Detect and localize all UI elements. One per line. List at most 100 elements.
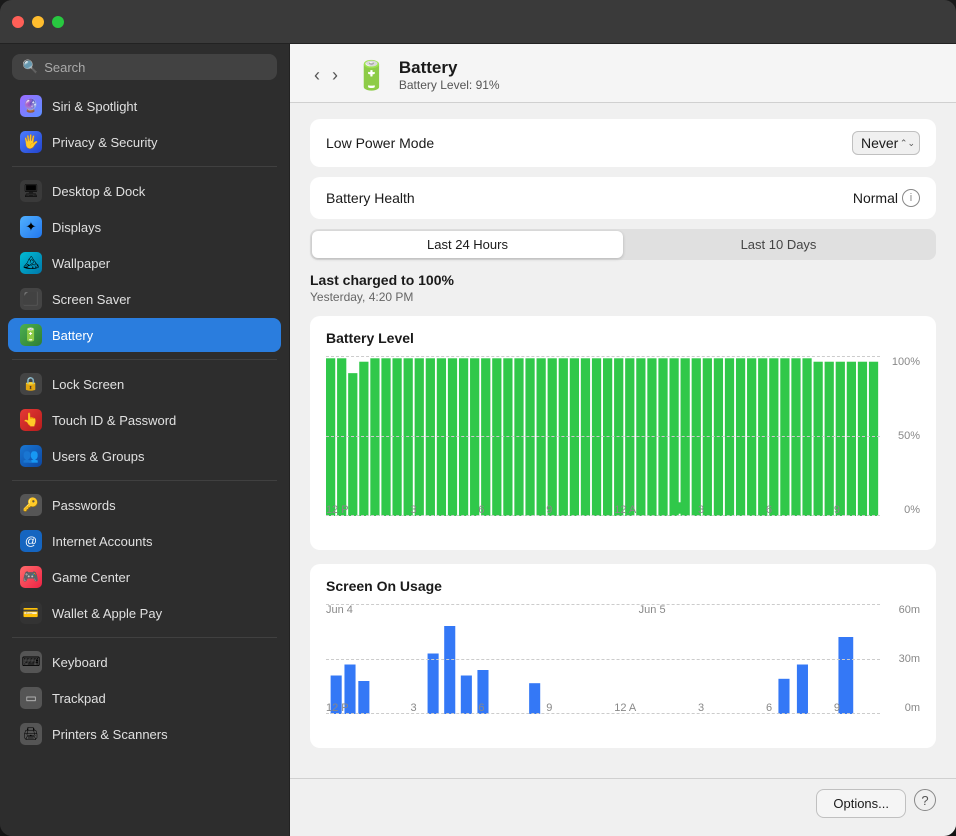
internet-icon: @ [25, 534, 37, 548]
screen-usage-chart: 60m 30m 0m [326, 604, 920, 734]
sidebar-label-battery: Battery [52, 328, 93, 343]
divider-3 [12, 480, 277, 481]
search-icon: 🔍 [22, 59, 38, 75]
search-container: 🔍 Search [0, 44, 289, 88]
sidebar-item-wallpaper[interactable]: 🏔 Wallpaper [8, 246, 281, 280]
divider-1 [12, 166, 277, 167]
usage-y-0: 0m [885, 702, 920, 714]
keyboard-icon: ⌨ [22, 654, 41, 670]
sidebar-label-wallet: Wallet & Apple Pay [52, 606, 162, 621]
sidebar-item-printers[interactable]: 🖨 Printers & Scanners [8, 717, 281, 751]
x-label-3b: 3 [698, 504, 704, 516]
screen-usage-chart-section: Screen On Usage 60m 30m 0m [310, 564, 936, 748]
siri-icon: 🔮 [23, 98, 39, 114]
title-bar [0, 0, 956, 44]
sidebar-label-privacy: Privacy & Security [52, 135, 157, 150]
close-button[interactable] [12, 16, 24, 28]
back-button[interactable]: ‹ [310, 63, 324, 88]
battery-y-labels: 100% 50% 0% [885, 356, 920, 536]
minimize-button[interactable] [32, 16, 44, 28]
screensaver-icon: ⬛ [23, 291, 39, 307]
sidebar-item-lock-screen[interactable]: 🔒 Lock Screen [8, 367, 281, 401]
sidebar-item-internet-accounts[interactable]: @ Internet Accounts [8, 524, 281, 558]
sidebar-item-passwords[interactable]: 🔑 Passwords [8, 488, 281, 522]
maximize-button[interactable] [52, 16, 64, 28]
x-label-6: 6 [478, 504, 484, 516]
y-label-100: 100% [885, 356, 920, 368]
search-input[interactable]: Search [44, 60, 85, 75]
sidebar-item-keyboard[interactable]: ⌨ Keyboard [8, 645, 281, 679]
x-label-12a: 12 A [614, 504, 636, 516]
sidebar-label-passwords: Passwords [52, 498, 116, 513]
x-label-3: 3 [410, 504, 416, 516]
battery-sidebar-icon: 🔋 [23, 327, 39, 343]
usage-x-12p: 12 P [326, 702, 349, 714]
sidebar-label-siri: Siri & Spotlight [52, 99, 137, 114]
sidebar-item-privacy-security[interactable]: 🖐 Privacy & Security [8, 125, 281, 159]
x-label-12p: 12 P [326, 504, 349, 516]
sidebar-item-battery[interactable]: 🔋 Battery [8, 318, 281, 352]
sidebar-item-touch-id[interactable]: 👆 Touch ID & Password [8, 403, 281, 437]
charge-title: Last charged to 100% [310, 272, 936, 288]
sidebar-label-wallpaper: Wallpaper [52, 256, 110, 271]
forward-button[interactable]: › [328, 63, 342, 88]
sidebar-label-internet: Internet Accounts [52, 534, 152, 549]
privacy-icon: 🖐 [23, 134, 39, 150]
printers-icon: 🖨 [23, 726, 40, 742]
usage-bars-svg [326, 604, 880, 714]
options-button[interactable]: Options... [816, 789, 906, 818]
sidebar-label-displays: Displays [52, 220, 101, 235]
battery-bars-svg [326, 356, 880, 516]
segment-24h[interactable]: Last 24 Hours [312, 231, 623, 258]
main-panel: ‹ › 🔋 Battery Battery Level: 91% Lo [290, 44, 956, 836]
sidebar-item-screen-saver[interactable]: ⬛ Screen Saver [8, 282, 281, 316]
page-title: Battery [399, 58, 500, 78]
divider-2 [12, 359, 277, 360]
low-power-mode-control[interactable]: Never [852, 131, 920, 155]
charge-info: Last charged to 100% Yesterday, 4:20 PM [310, 272, 936, 304]
main-window: 🔍 Search 🔮 Siri & Spotlight 🖐 Privacy & … [0, 0, 956, 836]
segment-10d[interactable]: Last 10 Days [623, 231, 934, 258]
users-icon: 👥 [23, 448, 39, 464]
help-button[interactable]: ? [914, 789, 936, 811]
trackpad-icon: ▭ [25, 691, 36, 705]
x-label-9b: 9 [834, 504, 840, 516]
wallpaper-icon: 🏔 [23, 255, 40, 271]
gamecenter-icon: 🎮 [23, 569, 39, 585]
low-power-mode-select[interactable]: Never [852, 131, 920, 155]
sidebar-item-desktop-dock[interactable]: 🖥 Desktop & Dock [8, 174, 281, 208]
usage-x-9b: 9 [834, 702, 840, 714]
sidebar-item-displays[interactable]: ✦ Displays [8, 210, 281, 244]
sidebar-item-siri-spotlight[interactable]: 🔮 Siri & Spotlight [8, 89, 281, 123]
sidebar-label-users: Users & Groups [52, 449, 144, 464]
x-label-9: 9 [546, 504, 552, 516]
header-text: Battery Battery Level: 91% [399, 58, 500, 92]
low-power-mode-row: Low Power Mode Never [310, 119, 936, 167]
battery-subtitle: Battery Level: 91% [399, 78, 500, 92]
sidebar-item-game-center[interactable]: 🎮 Game Center [8, 560, 281, 594]
footer-bar: Options... ? [290, 778, 956, 828]
time-range-segment: Last 24 Hours Last 10 Days [310, 229, 936, 260]
battery-health-value: Normal i [853, 189, 920, 207]
info-button[interactable]: i [902, 189, 920, 207]
sidebar-item-wallet[interactable]: 💳 Wallet & Apple Pay [8, 596, 281, 630]
sidebar-label-keyboard: Keyboard [52, 655, 108, 670]
sidebar-label-screensaver: Screen Saver [52, 292, 131, 307]
sidebar-label-touchid: Touch ID & Password [52, 413, 176, 428]
wallet-icon: 💳 [23, 605, 39, 621]
main-body: Low Power Mode Never Battery Health Norm… [290, 103, 956, 778]
y-label-0: 0% [885, 504, 920, 516]
usage-y-labels: 60m 30m 0m [885, 604, 920, 734]
sidebar-item-trackpad[interactable]: ▭ Trackpad [8, 681, 281, 715]
search-box[interactable]: 🔍 Search [12, 54, 277, 80]
battery-chart-area: 12 P 3 6 9 12 A 3 6 9 [326, 356, 880, 516]
displays-icon: ✦ [26, 219, 37, 235]
sidebar-item-users-groups[interactable]: 👥 Users & Groups [8, 439, 281, 473]
battery-header-icon: 🔋 [354, 59, 389, 92]
usage-y-60: 60m [885, 604, 920, 616]
x-label-6b: 6 [766, 504, 772, 516]
screen-usage-title: Screen On Usage [326, 578, 920, 594]
y-label-50: 50% [885, 430, 920, 442]
divider-4 [12, 637, 277, 638]
battery-level-chart: 100% 50% 0% [326, 356, 920, 536]
